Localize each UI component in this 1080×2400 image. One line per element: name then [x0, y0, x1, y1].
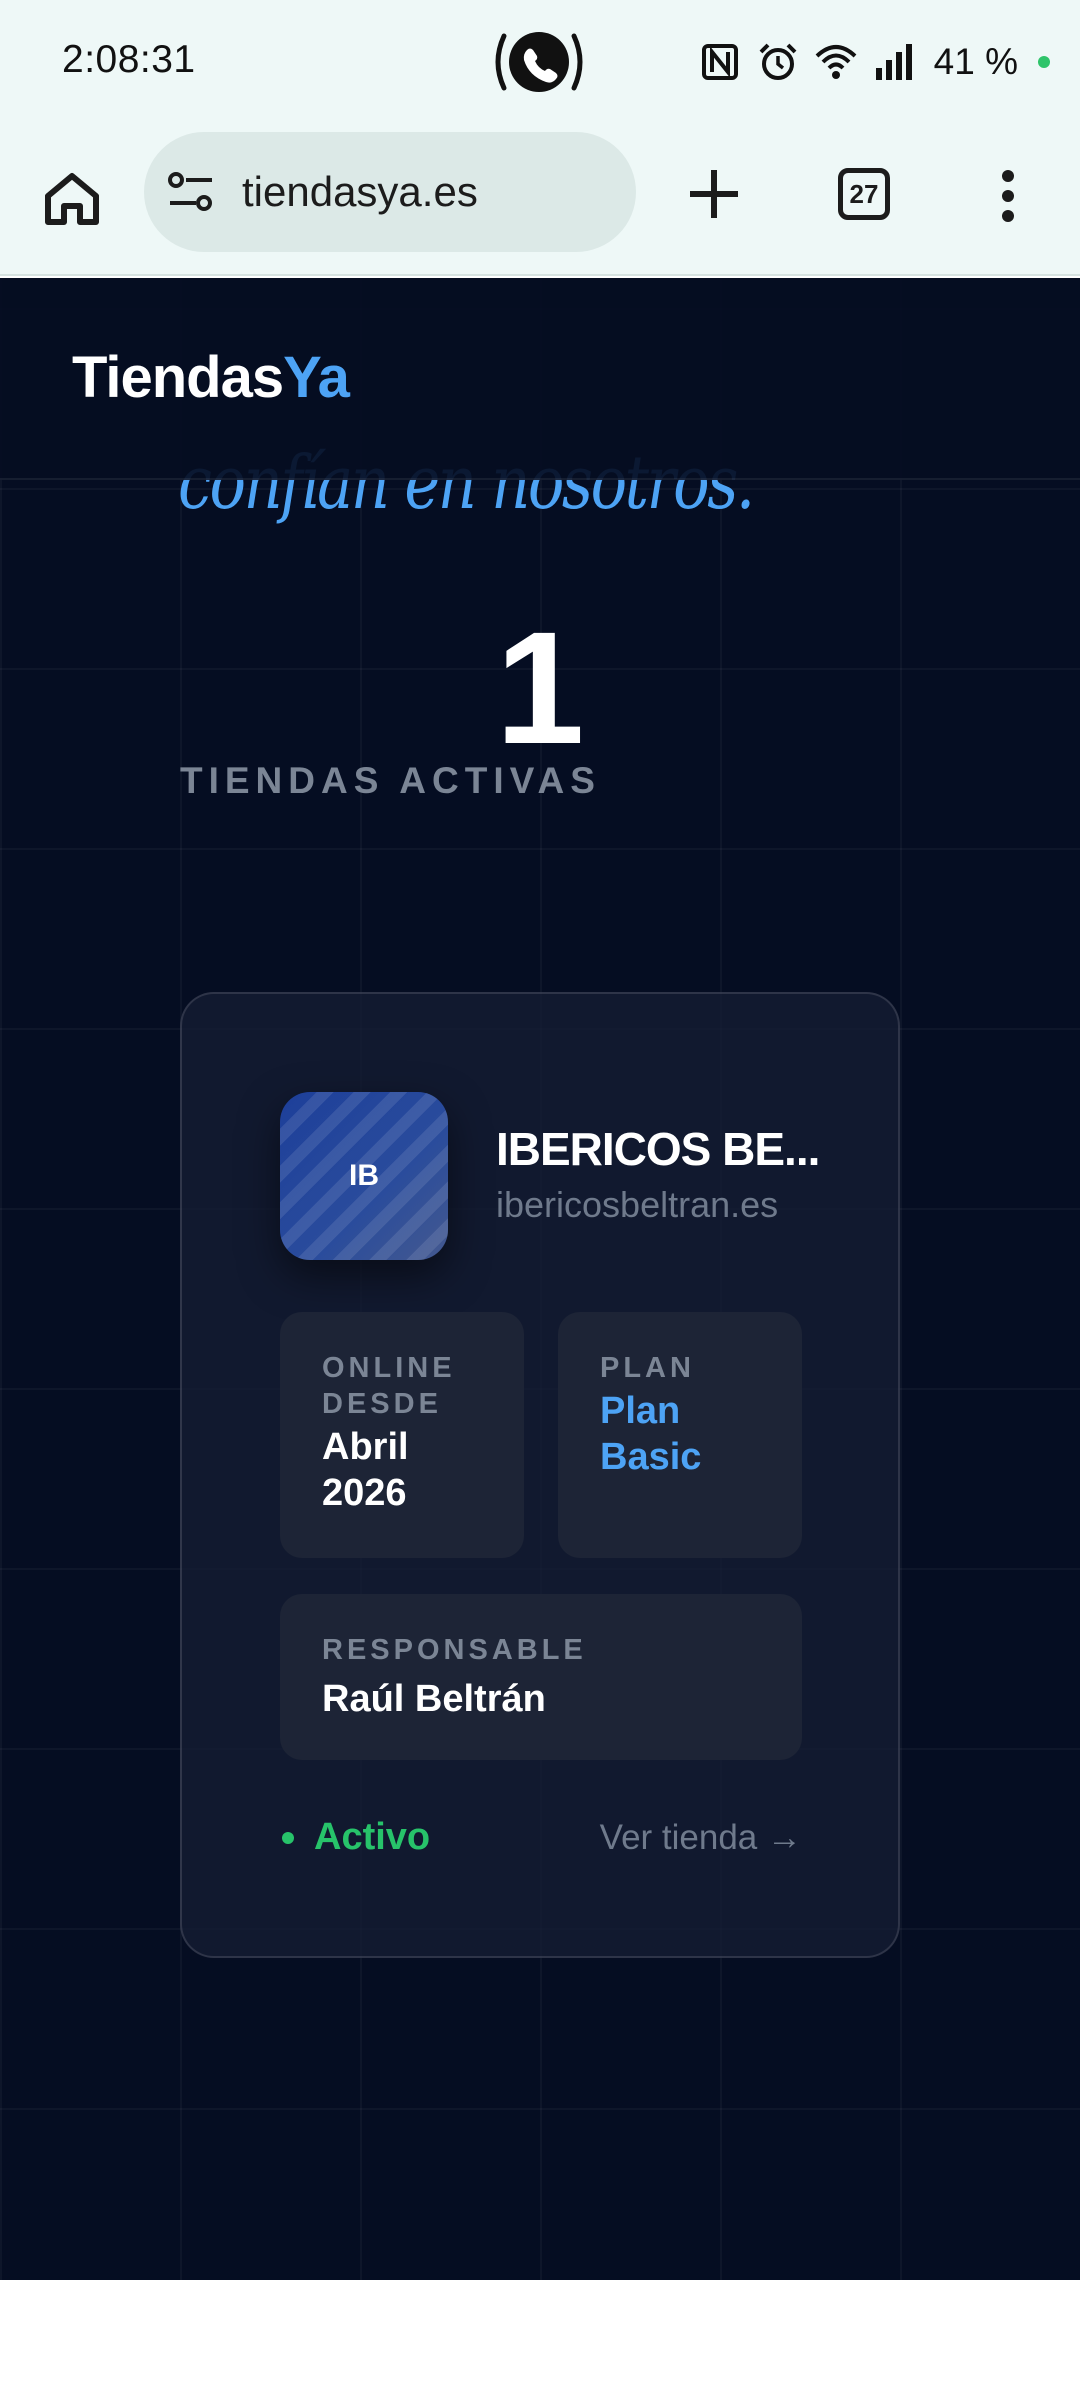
home-icon[interactable] [40, 166, 104, 230]
tab-switcher-button[interactable]: 27 [838, 168, 890, 220]
online-since-tile: ONLINE DESDE Abril 2026 [280, 1312, 524, 1558]
plan-tile: PLAN Plan Basic [558, 1312, 802, 1558]
plan-label: PLAN [600, 1352, 695, 1384]
wifi-icon [815, 45, 857, 79]
online-since-value: Abril 2026 [322, 1426, 409, 1514]
url-bar[interactable]: tiendasya.es [144, 132, 636, 252]
responsible-value: Raúl Beltrán [322, 1678, 546, 1720]
responsible-label: RESPONSABLE [322, 1634, 587, 1666]
active-stores-count: 1 [495, 598, 585, 777]
site-settings-icon[interactable] [164, 165, 218, 219]
status-time: 2:08:31 [62, 38, 196, 81]
status-icons: 41 % [698, 34, 1050, 90]
new-tab-icon[interactable] [684, 164, 744, 224]
nfc-icon [701, 44, 738, 80]
active-stores-label: TIENDAS ACTIVAS [180, 760, 601, 801]
site-logo[interactable]: TiendasYa [72, 344, 350, 411]
store-name: IBERICOS BE... [496, 1123, 820, 1175]
browser-toolbar: tiendasya.es 27 [0, 126, 1080, 276]
privacy-dot [1038, 56, 1050, 68]
gesture-area [0, 2280, 1080, 2400]
status-label: Activo [314, 1816, 431, 1858]
battery-level: 41 % [933, 41, 1018, 82]
status-dot [282, 1831, 294, 1844]
more-options-icon[interactable] [990, 166, 1026, 226]
store-avatar: IB [280, 1092, 448, 1260]
web-page: TiendasYa confían en nosotros. 1 TIENDAS… [0, 278, 1080, 2280]
site-header: TiendasYa [0, 278, 1080, 480]
call-icon [495, 32, 583, 92]
store-card: IB IBERICOS BE... ibericosbeltran.es ONL… [180, 992, 900, 1958]
status-bar: 2:08:31 41 % [0, 0, 1080, 126]
store-domain: ibericosbeltran.es [496, 1184, 779, 1225]
logo-accent: Ya [283, 345, 350, 410]
logo-main: Tiendas [72, 345, 284, 410]
alarm-icon [759, 43, 797, 80]
plan-value: Plan Basic [600, 1390, 702, 1478]
url-text: tiendasya.es [242, 168, 478, 215]
responsible-tile: RESPONSABLE Raúl Beltrán [280, 1594, 802, 1760]
signal-icon [875, 44, 912, 80]
view-store-link[interactable]: Ver tienda → [600, 1818, 802, 1858]
status-badge: Activo [282, 1816, 430, 1859]
online-since-label: ONLINE DESDE [322, 1352, 456, 1420]
